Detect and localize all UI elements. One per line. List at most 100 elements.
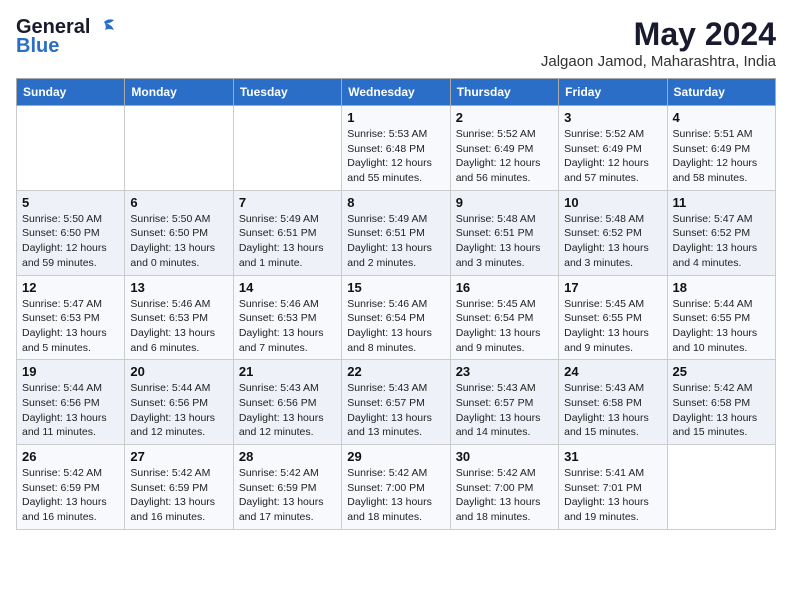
calendar-table: Sunday Monday Tuesday Wednesday Thursday… [16, 78, 776, 530]
table-row: 1Sunrise: 5:53 AM Sunset: 6:48 PM Daylig… [342, 106, 450, 191]
day-number: 13 [130, 280, 227, 295]
day-info: Sunrise: 5:42 AM Sunset: 6:58 PM Dayligh… [673, 381, 770, 440]
day-number: 14 [239, 280, 336, 295]
day-number: 11 [673, 195, 770, 210]
table-row: 16 Sunrise: 5:45 AM Sunset: 6:54 PM Dayli… [450, 275, 558, 360]
day-info: Sunrise: 5:42 AM Sunset: 6:59 PM Dayligh… [22, 466, 119, 525]
day-info: Sunrise: 5:45 AM Sunset: 6:54 PM Dayligh… [456, 297, 553, 356]
table-row [125, 106, 233, 191]
table-row: 5 Sunrise: 5:50 AM Sunset: 6:50 PM Daylig… [17, 190, 125, 275]
day-info: Sunrise: 5:47 AM Sunset: 6:52 PM Dayligh… [673, 212, 770, 271]
day-number: 23 [456, 364, 553, 379]
table-row: 15Sunrise: 5:46 AM Sunset: 6:54 PM Dayli… [342, 275, 450, 360]
day-number: 19 [22, 364, 119, 379]
table-row: 8 Sunrise: 5:49 AM Sunset: 6:51 PM Daylig… [342, 190, 450, 275]
day-info: Sunrise: 5:51 AM Sunset: 6:49 PM Dayligh… [673, 127, 770, 186]
month-title: May 2024 [541, 16, 776, 53]
table-row: 31Sunrise: 5:41 AM Sunset: 7:01 PM Dayli… [559, 445, 667, 530]
location-subtitle: Jalgaon Jamod, Maharashtra, India [541, 53, 776, 70]
table-row: 7Sunrise: 5:49 AM Sunset: 6:51 PM Daylig… [233, 190, 341, 275]
day-number: 24 [564, 364, 661, 379]
table-row [17, 106, 125, 191]
day-info: Sunrise: 5:42 AM Sunset: 7:00 PM Dayligh… [456, 466, 553, 525]
day-info: Sunrise: 5:44 AM Sunset: 6:55 PM Dayligh… [673, 297, 770, 356]
day-info: Sunrise: 5:42 AM Sunset: 7:00 PM Dayligh… [347, 466, 444, 525]
logo-blue-text: Blue [16, 35, 59, 58]
day-number: 2 [456, 110, 553, 125]
day-info: Sunrise: 5:52 AM Sunset: 6:49 PM Dayligh… [456, 127, 553, 186]
col-thursday: Thursday [450, 79, 558, 106]
table-row: 17 Sunrise: 5:45 AM Sunset: 6:55 PM Dayli… [559, 275, 667, 360]
table-row: 30 Sunrise: 5:42 AM Sunset: 7:00 PM Dayli… [450, 445, 558, 530]
day-info: Sunrise: 5:50 AM Sunset: 6:50 PM Dayligh… [22, 212, 119, 271]
table-row: 25Sunrise: 5:42 AM Sunset: 6:58 PM Dayli… [667, 360, 775, 445]
table-row: 4 Sunrise: 5:51 AM Sunset: 6:49 PM Daylig… [667, 106, 775, 191]
day-number: 15 [347, 280, 444, 295]
calendar-header-row: Sunday Monday Tuesday Wednesday Thursday… [17, 79, 776, 106]
calendar-week-row: 19 Sunrise: 5:44 AM Sunset: 6:56 PM Dayli… [17, 360, 776, 445]
day-info: Sunrise: 5:45 AM Sunset: 6:55 PM Dayligh… [564, 297, 661, 356]
table-row: 14Sunrise: 5:46 AM Sunset: 6:53 PM Dayli… [233, 275, 341, 360]
day-number: 12 [22, 280, 119, 295]
page-header: General Blue May 2024 Jalgaon Jamod, Mah… [16, 16, 776, 70]
day-number: 29 [347, 449, 444, 464]
day-number: 21 [239, 364, 336, 379]
table-row: 12 Sunrise: 5:47 AM Sunset: 6:53 PM Dayli… [17, 275, 125, 360]
day-number: 27 [130, 449, 227, 464]
logo-bird-icon [94, 18, 116, 38]
calendar-week-row: 26Sunrise: 5:42 AM Sunset: 6:59 PM Dayli… [17, 445, 776, 530]
table-row: 23 Sunrise: 5:43 AM Sunset: 6:57 PM Dayli… [450, 360, 558, 445]
table-row: 28 Sunrise: 5:42 AM Sunset: 6:59 PM Dayli… [233, 445, 341, 530]
day-number: 9 [456, 195, 553, 210]
table-row: 22Sunrise: 5:43 AM Sunset: 6:57 PM Dayli… [342, 360, 450, 445]
day-number: 28 [239, 449, 336, 464]
table-row: 18Sunrise: 5:44 AM Sunset: 6:55 PM Dayli… [667, 275, 775, 360]
day-number: 5 [22, 195, 119, 210]
col-wednesday: Wednesday [342, 79, 450, 106]
calendar-week-row: 5 Sunrise: 5:50 AM Sunset: 6:50 PM Daylig… [17, 190, 776, 275]
logo: General Blue [16, 16, 116, 58]
table-row: 27Sunrise: 5:42 AM Sunset: 6:59 PM Dayli… [125, 445, 233, 530]
title-block: May 2024 Jalgaon Jamod, Maharashtra, Ind… [541, 16, 776, 70]
day-info: Sunrise: 5:41 AM Sunset: 7:01 PM Dayligh… [564, 466, 661, 525]
day-number: 22 [347, 364, 444, 379]
table-row: 10 Sunrise: 5:48 AM Sunset: 6:52 PM Dayli… [559, 190, 667, 275]
day-number: 6 [130, 195, 227, 210]
day-info: Sunrise: 5:42 AM Sunset: 6:59 PM Dayligh… [239, 466, 336, 525]
day-info: Sunrise: 5:46 AM Sunset: 6:53 PM Dayligh… [130, 297, 227, 356]
day-info: Sunrise: 5:43 AM Sunset: 6:58 PM Dayligh… [564, 381, 661, 440]
table-row: 20 Sunrise: 5:44 AM Sunset: 6:56 PM Dayli… [125, 360, 233, 445]
col-saturday: Saturday [667, 79, 775, 106]
day-number: 1 [347, 110, 444, 125]
day-number: 16 [456, 280, 553, 295]
day-number: 3 [564, 110, 661, 125]
day-number: 20 [130, 364, 227, 379]
day-number: 17 [564, 280, 661, 295]
day-info: Sunrise: 5:49 AM Sunset: 6:51 PM Dayligh… [347, 212, 444, 271]
col-tuesday: Tuesday [233, 79, 341, 106]
day-info: Sunrise: 5:43 AM Sunset: 6:57 PM Dayligh… [456, 381, 553, 440]
day-info: Sunrise: 5:44 AM Sunset: 6:56 PM Dayligh… [130, 381, 227, 440]
table-row: 29 Sunrise: 5:42 AM Sunset: 7:00 PM Dayli… [342, 445, 450, 530]
table-row [667, 445, 775, 530]
day-info: Sunrise: 5:44 AM Sunset: 6:56 PM Dayligh… [22, 381, 119, 440]
day-number: 30 [456, 449, 553, 464]
table-row: 9Sunrise: 5:48 AM Sunset: 6:51 PM Daylig… [450, 190, 558, 275]
day-number: 10 [564, 195, 661, 210]
day-info: Sunrise: 5:48 AM Sunset: 6:52 PM Dayligh… [564, 212, 661, 271]
day-info: Sunrise: 5:47 AM Sunset: 6:53 PM Dayligh… [22, 297, 119, 356]
table-row [233, 106, 341, 191]
day-info: Sunrise: 5:52 AM Sunset: 6:49 PM Dayligh… [564, 127, 661, 186]
table-row: 24 Sunrise: 5:43 AM Sunset: 6:58 PM Dayli… [559, 360, 667, 445]
table-row: 6Sunrise: 5:50 AM Sunset: 6:50 PM Daylig… [125, 190, 233, 275]
day-number: 8 [347, 195, 444, 210]
table-row: 26Sunrise: 5:42 AM Sunset: 6:59 PM Dayli… [17, 445, 125, 530]
calendar-week-row: 12 Sunrise: 5:47 AM Sunset: 6:53 PM Dayli… [17, 275, 776, 360]
day-number: 7 [239, 195, 336, 210]
col-monday: Monday [125, 79, 233, 106]
day-number: 4 [673, 110, 770, 125]
table-row: 19 Sunrise: 5:44 AM Sunset: 6:56 PM Dayli… [17, 360, 125, 445]
table-row: 3 Sunrise: 5:52 AM Sunset: 6:49 PM Daylig… [559, 106, 667, 191]
col-friday: Friday [559, 79, 667, 106]
table-row: 11 Sunrise: 5:47 AM Sunset: 6:52 PM Dayli… [667, 190, 775, 275]
